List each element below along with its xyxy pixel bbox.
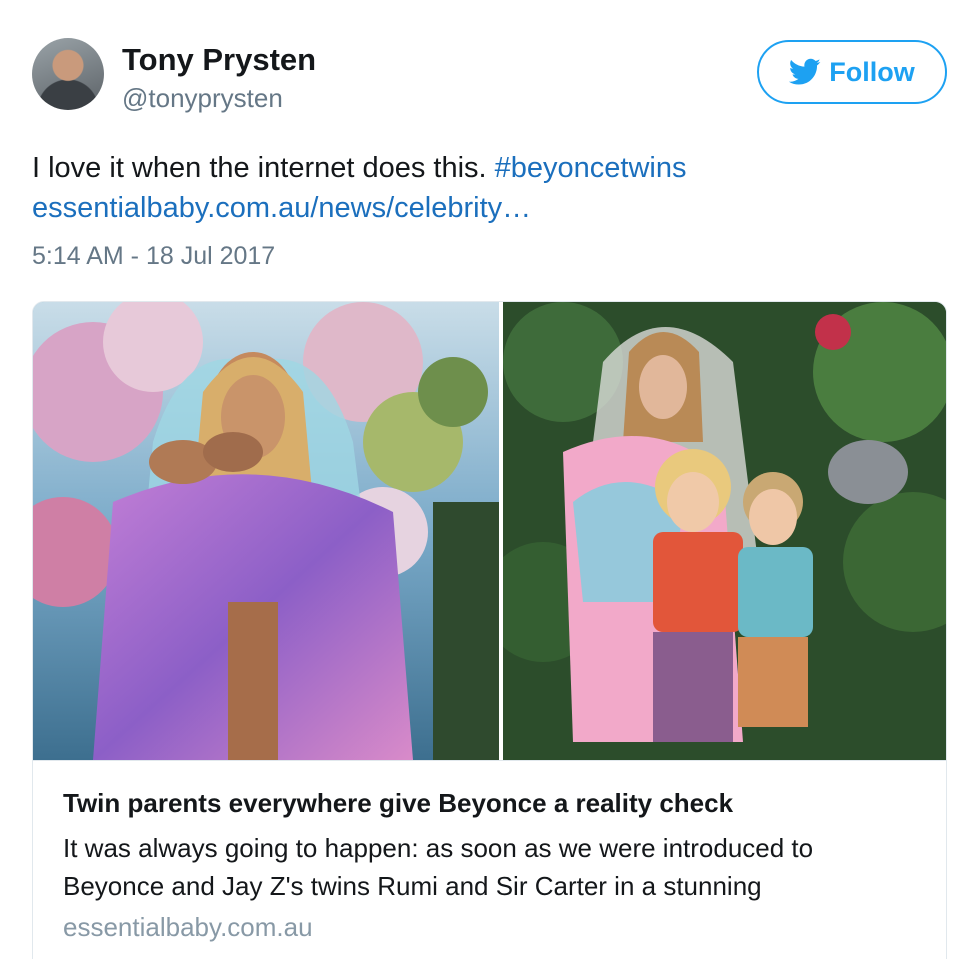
tweet-text-body: I love it when the internet does this. — [32, 152, 495, 184]
url-link[interactable]: essentialbaby.com.au/news/celebrity… — [32, 192, 531, 224]
user-handle[interactable]: @tonyprysten — [122, 80, 316, 116]
hashtag-link[interactable]: #beyoncetwins — [495, 152, 687, 184]
display-name[interactable]: Tony Prysten — [122, 42, 316, 78]
link-card[interactable]: Twin parents everywhere give Beyonce a r… — [32, 301, 947, 959]
card-description: It was always going to happen: as soon a… — [63, 833, 814, 901]
card-title[interactable]: Twin parents everywhere give Beyonce a r… — [63, 787, 918, 819]
twitter-bird-icon — [789, 58, 821, 85]
tweet-text: I love it when the internet does this. #… — [32, 148, 932, 228]
avatar[interactable] — [32, 38, 104, 110]
tweet-timestamp[interactable]: 5:14 AM - 18 Jul 2017 — [32, 242, 275, 271]
follow-button[interactable]: Follow — [757, 40, 947, 104]
follow-label: Follow — [829, 56, 915, 87]
card-image-left — [33, 302, 499, 760]
card-body: Twin parents everywhere give Beyonce a r… — [33, 760, 946, 959]
user-names: Tony Prysten @tonyprysten — [122, 42, 316, 116]
card-image-right — [503, 302, 946, 760]
card-domain: essentialbaby.com.au — [63, 912, 313, 942]
tweet-embed: Tony Prysten @tonyprysten Follow I love … — [0, 0, 966, 959]
tweet-header: Tony Prysten @tonyprysten Follow — [32, 38, 947, 118]
card-images — [33, 302, 946, 760]
